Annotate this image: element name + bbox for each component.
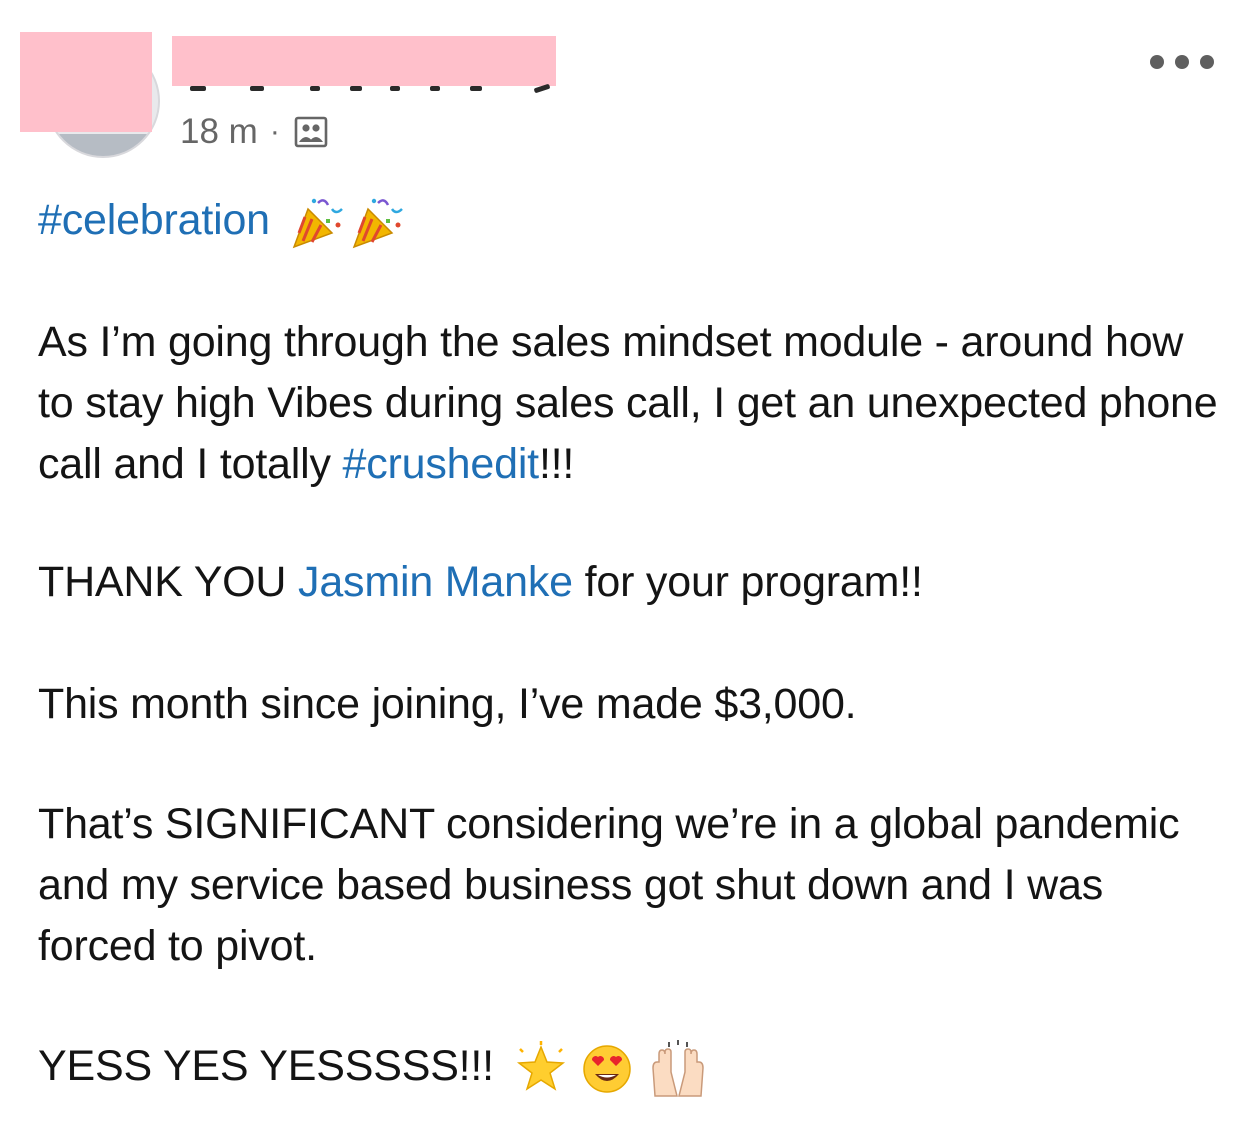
meta-separator: · (269, 115, 280, 148)
raising-hands-icon (652, 1039, 704, 1097)
paragraph-closing: YESS YES YESSSSS!!! (38, 1036, 709, 1100)
paragraph-1-text: As I’m going through the sales mindset m… (38, 318, 1218, 488)
hashtag-line: #celebration (38, 190, 412, 251)
more-options-button[interactable] (1150, 48, 1214, 76)
post-header: 18 m · (0, 0, 1242, 170)
group-icon (294, 116, 328, 148)
closing-text: YESS YES YESSSSS!!! (38, 1042, 494, 1090)
glowing-star-icon (516, 1040, 565, 1091)
heart-eyes-face-icon (583, 1044, 632, 1093)
redaction-block-avatar (20, 32, 152, 132)
hashtag-crushedit-link[interactable]: #crushedit (343, 440, 540, 488)
paragraph-thanks: THANK YOU Jasmin Manke for your program!… (38, 552, 923, 613)
paragraph-module: As I’m going through the sales mindset m… (38, 312, 1218, 495)
author-name-remnant (190, 83, 551, 94)
paragraph-2-end: for your program!! (572, 558, 923, 606)
more-horizontal-icon (1150, 55, 1164, 69)
paragraph-earnings: This month since joining, I’ve made $3,0… (38, 680, 857, 728)
hashtag-celebration-link[interactable]: #celebration (38, 196, 270, 244)
post-meta: 18 m · (180, 110, 328, 154)
redaction-block-name (172, 36, 556, 86)
paragraph-pandemic: That’s SIGNIFICANT considering we’re in … (38, 800, 1180, 970)
party-popper-icon (292, 198, 403, 248)
paragraph-1-end: !!! (538, 440, 575, 488)
post-timestamp: 18 m (180, 112, 258, 151)
mention-link[interactable]: Jasmin Manke (298, 558, 573, 606)
paragraph-2-start: THANK YOU (38, 558, 299, 606)
